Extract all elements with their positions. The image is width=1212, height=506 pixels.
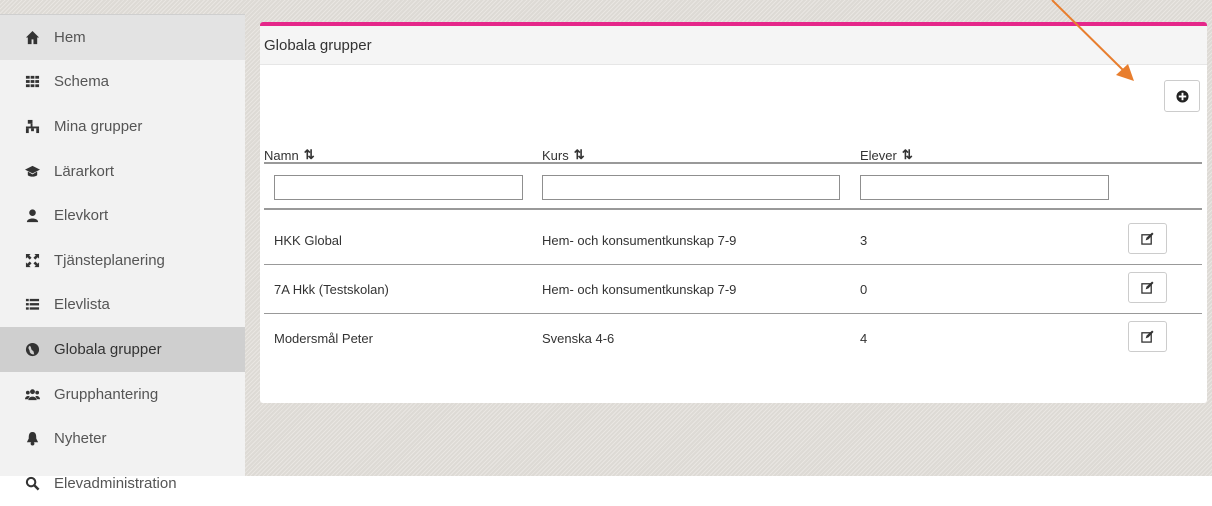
header-divider <box>264 162 1202 164</box>
edit-icon <box>1141 232 1154 245</box>
sidebar-item-label: Elevkort <box>54 207 109 225</box>
plus-circle-icon <box>1175 89 1189 103</box>
panel-header: Globala grupper <box>260 26 1207 65</box>
cell-kurs: Hem- och konsumentkunskap 7-9 <box>542 282 737 297</box>
cell-kurs: Svenska 4-6 <box>542 331 615 346</box>
expand-icon <box>24 252 40 268</box>
sidebar-item-label: Hem <box>54 28 86 46</box>
sort-icon: ⇅ <box>573 147 585 162</box>
bell-icon <box>24 431 40 447</box>
edit-button[interactable] <box>1128 223 1167 254</box>
sidebar-item-schema[interactable]: Schema <box>0 60 245 105</box>
column-header-kurs[interactable]: Kurs ⇅ <box>542 147 585 163</box>
sidebar-item-label: Grupphantering <box>54 385 159 403</box>
sidebar-item-nyheter[interactable]: Nyheter <box>0 416 245 461</box>
cell-namn: 7A Hkk (Testskolan) <box>274 282 389 297</box>
users-icon <box>24 386 40 402</box>
page-background: Hem Schema Mina grupper Lärarkort Elevko… <box>0 0 1212 492</box>
filter-namn-input[interactable] <box>274 175 523 200</box>
edit-icon <box>1141 281 1154 294</box>
row-divider <box>264 313 1202 314</box>
globe-icon <box>24 341 40 357</box>
sidebar-item-grupphantering[interactable]: Grupphantering <box>0 372 245 417</box>
filter-elever-input[interactable] <box>860 175 1109 200</box>
column-header-elever[interactable]: Elever ⇅ <box>860 147 913 163</box>
edit-icon <box>1141 330 1154 343</box>
home-icon <box>24 29 40 45</box>
row-divider <box>264 264 1202 265</box>
edit-button[interactable] <box>1128 272 1167 303</box>
sidebar-item-label: Mina grupper <box>54 117 143 135</box>
user-icon <box>24 208 40 224</box>
sidebar-item-mina-grupper[interactable]: Mina grupper <box>0 104 245 149</box>
sidebar-item-elevkort[interactable]: Elevkort <box>0 193 245 238</box>
sidebar-item-lararkort[interactable]: Lärarkort <box>0 149 245 194</box>
search-icon <box>24 475 40 491</box>
sitemap-icon <box>24 118 40 134</box>
column-header-namn[interactable]: Namn ⇅ <box>264 147 315 163</box>
cell-elever: 4 <box>860 331 868 346</box>
sidebar-item-label: Tjänsteplanering <box>54 251 165 269</box>
sidebar-item-elevadministration[interactable]: Elevadministration <box>0 461 245 506</box>
sort-icon: ⇅ <box>901 147 913 162</box>
sidebar-item-label: Elevlista <box>54 296 110 314</box>
cell-elever: 3 <box>860 233 868 248</box>
sidebar-item-label: Lärarkort <box>54 162 115 180</box>
cell-elever: 0 <box>860 282 868 297</box>
sidebar-item-elevlista[interactable]: Elevlista <box>0 283 245 328</box>
graduation-cap-icon <box>24 163 40 179</box>
cell-namn: HKK Global <box>274 233 342 248</box>
sidebar-item-tjansteplanering[interactable]: Tjänsteplanering <box>0 238 245 283</box>
panel-title: Globala grupper <box>264 36 372 54</box>
sidebar: Hem Schema Mina grupper Lärarkort Elevko… <box>0 14 245 492</box>
filter-kurs-input[interactable] <box>542 175 840 200</box>
sidebar-item-label: Schema <box>54 73 110 91</box>
filter-divider <box>264 208 1202 210</box>
sidebar-item-globala-grupper[interactable]: Globala grupper <box>0 327 245 372</box>
list-icon <box>24 297 40 313</box>
sidebar-item-label: Elevadministration <box>54 474 177 492</box>
add-group-button[interactable] <box>1164 80 1200 112</box>
sidebar-item-label: Globala grupper <box>54 340 162 358</box>
sidebar-item-label: Nyheter <box>54 430 107 448</box>
globala-grupper-panel: Globala grupper Namn ⇅ Kurs ⇅ Elever ⇅ H… <box>260 22 1207 403</box>
sort-icon: ⇅ <box>303 147 315 162</box>
grid-icon <box>24 74 40 90</box>
sidebar-item-hem[interactable]: Hem <box>0 15 245 60</box>
edit-button[interactable] <box>1128 321 1167 352</box>
cell-namn: Modersmål Peter <box>274 331 373 346</box>
cell-kurs: Hem- och konsumentkunskap 7-9 <box>542 233 737 248</box>
